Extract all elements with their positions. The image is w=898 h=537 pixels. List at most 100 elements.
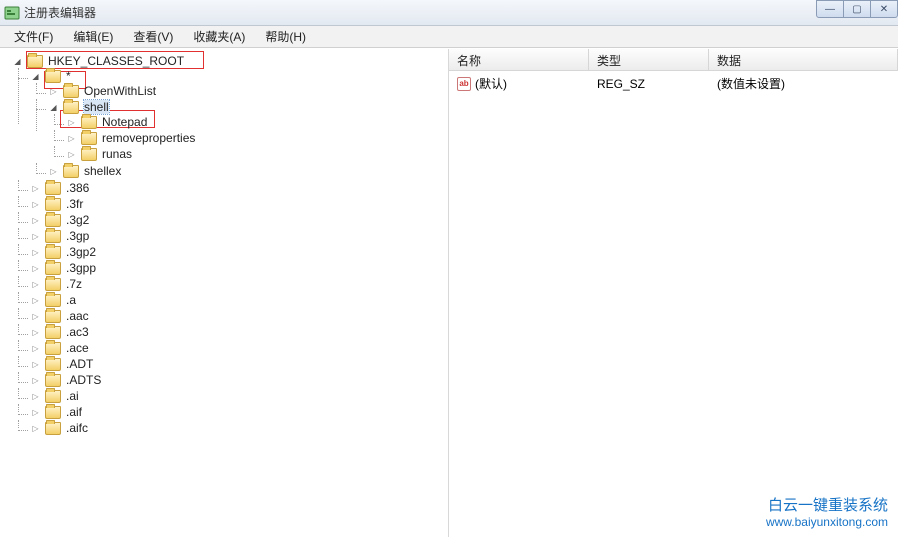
expander-icon[interactable] xyxy=(66,149,77,160)
watermark: 白云一键重装系统 www.baiyunxitong.com xyxy=(766,496,888,531)
tree-node-shell[interactable]: shell xyxy=(48,100,448,114)
tree-node-ext[interactable]: .aac xyxy=(30,309,448,323)
tree-node-ext[interactable]: .7z xyxy=(30,277,448,291)
tree-node-openwithlist[interactable]: OpenWithList xyxy=(48,84,448,98)
tree-node-ext[interactable]: .386 xyxy=(30,181,448,195)
values-list[interactable]: ab (默认) REG_SZ (数值未设置) xyxy=(449,71,898,96)
folder-icon xyxy=(45,374,61,387)
tree-label: runas xyxy=(102,147,132,161)
folder-icon xyxy=(45,262,61,275)
expander-icon[interactable] xyxy=(48,86,59,97)
folder-icon xyxy=(81,116,97,129)
tree-label: .386 xyxy=(66,181,89,195)
expander-icon[interactable] xyxy=(30,231,41,242)
minimize-button[interactable]: — xyxy=(816,0,844,18)
tree-node-ext[interactable]: .3fr xyxy=(30,197,448,211)
expander-icon[interactable] xyxy=(30,215,41,226)
folder-icon xyxy=(27,55,43,68)
tree-label: .3gpp xyxy=(66,261,96,275)
expander-icon[interactable] xyxy=(30,183,41,194)
tree-node-notepad[interactable]: Notepad xyxy=(66,115,448,129)
value-row[interactable]: ab (默认) REG_SZ (数值未设置) xyxy=(449,71,898,96)
tree-label: .ADT xyxy=(66,357,93,371)
watermark-title: 白云一键重装系统 xyxy=(766,496,888,516)
app-icon xyxy=(4,5,20,21)
tree-node-shellex[interactable]: shellex xyxy=(48,164,448,178)
menu-file[interactable]: 文件(F) xyxy=(6,26,61,47)
column-header-data[interactable]: 数据 xyxy=(709,49,898,70)
expander-icon[interactable] xyxy=(30,199,41,210)
tree-label-star: * xyxy=(66,69,71,83)
folder-icon xyxy=(45,230,61,243)
tree-node-star[interactable]: * xyxy=(30,69,448,83)
expander-icon[interactable] xyxy=(30,327,41,338)
expander-icon[interactable] xyxy=(66,133,77,144)
folder-icon xyxy=(45,310,61,323)
tree-label: .3gp2 xyxy=(66,245,96,259)
expander-icon[interactable] xyxy=(66,117,77,128)
expander-icon[interactable] xyxy=(48,166,59,177)
tree-node-ext[interactable]: .aifc xyxy=(30,421,448,435)
tree-node-ext[interactable]: .aif xyxy=(30,405,448,419)
tree-pane[interactable]: HKEY_CLASSES_ROOT * xyxy=(0,49,449,537)
expander-icon[interactable] xyxy=(30,263,41,274)
value-data: (数值未设置) xyxy=(709,73,898,94)
tree-label: .ac3 xyxy=(66,325,89,339)
expander-icon[interactable] xyxy=(12,56,23,67)
expander-icon[interactable] xyxy=(48,102,59,113)
expander-icon[interactable] xyxy=(30,343,41,354)
tree-label-root: HKEY_CLASSES_ROOT xyxy=(48,54,184,68)
expander-icon[interactable] xyxy=(30,423,41,434)
tree-label: .aifc xyxy=(66,421,88,435)
tree-label: .aif xyxy=(66,405,82,419)
folder-icon xyxy=(81,132,97,145)
expander-icon[interactable] xyxy=(30,359,41,370)
expander-icon[interactable] xyxy=(30,391,41,402)
expander-icon[interactable] xyxy=(30,375,41,386)
tree-node-removeproperties[interactable]: removeproperties xyxy=(66,131,448,145)
menu-favorites[interactable]: 收藏夹(A) xyxy=(185,26,253,47)
watermark-url: www.baiyunxitong.com xyxy=(766,515,888,531)
tree-label: Notepad xyxy=(102,115,147,129)
tree-label: .3g2 xyxy=(66,213,89,227)
tree-node-ext[interactable]: .a xyxy=(30,293,448,307)
menu-help[interactable]: 帮助(H) xyxy=(257,26,314,47)
tree-label-shell: shell xyxy=(84,100,109,114)
tree-node-ext[interactable]: .ADTS xyxy=(30,373,448,387)
expander-icon[interactable] xyxy=(30,407,41,418)
expander-icon[interactable] xyxy=(30,295,41,306)
folder-icon xyxy=(45,198,61,211)
column-header-type[interactable]: 类型 xyxy=(589,49,709,70)
tree-node-ext[interactable]: .ADT xyxy=(30,357,448,371)
column-header-name[interactable]: 名称 xyxy=(449,49,589,70)
expander-icon[interactable] xyxy=(30,279,41,290)
tree-node-ext[interactable]: .ace xyxy=(30,341,448,355)
maximize-button[interactable]: ▢ xyxy=(843,0,871,18)
expander-icon[interactable] xyxy=(30,71,41,82)
folder-icon xyxy=(45,294,61,307)
window-title: 注册表编辑器 xyxy=(24,4,96,21)
folder-icon xyxy=(63,85,79,98)
tree-label: removeproperties xyxy=(102,131,195,145)
folder-icon xyxy=(45,182,61,195)
tree-node-ext[interactable]: .3g2 xyxy=(30,213,448,227)
folder-icon xyxy=(63,165,79,178)
folder-icon xyxy=(45,390,61,403)
tree-node-ext[interactable]: .ac3 xyxy=(30,325,448,339)
menu-bar: 文件(F) 编辑(E) 查看(V) 收藏夹(A) 帮助(H) xyxy=(0,26,898,48)
tree-node-root[interactable]: HKEY_CLASSES_ROOT xyxy=(12,54,448,68)
menu-edit[interactable]: 编辑(E) xyxy=(65,26,121,47)
tree-node-ext[interactable]: .ai xyxy=(30,389,448,403)
menu-view[interactable]: 查看(V) xyxy=(125,26,181,47)
registry-tree[interactable]: HKEY_CLASSES_ROOT * xyxy=(0,53,448,437)
expander-icon[interactable] xyxy=(30,311,41,322)
expander-icon[interactable] xyxy=(30,247,41,258)
tree-node-ext[interactable]: .3gp xyxy=(30,229,448,243)
folder-icon xyxy=(81,148,97,161)
string-value-icon: ab xyxy=(457,77,471,91)
tree-node-ext[interactable]: .3gp2 xyxy=(30,245,448,259)
tree-node-runas[interactable]: runas xyxy=(66,147,448,161)
tree-node-ext[interactable]: .3gpp xyxy=(30,261,448,275)
close-button[interactable]: ✕ xyxy=(870,0,898,18)
folder-icon xyxy=(63,101,79,114)
